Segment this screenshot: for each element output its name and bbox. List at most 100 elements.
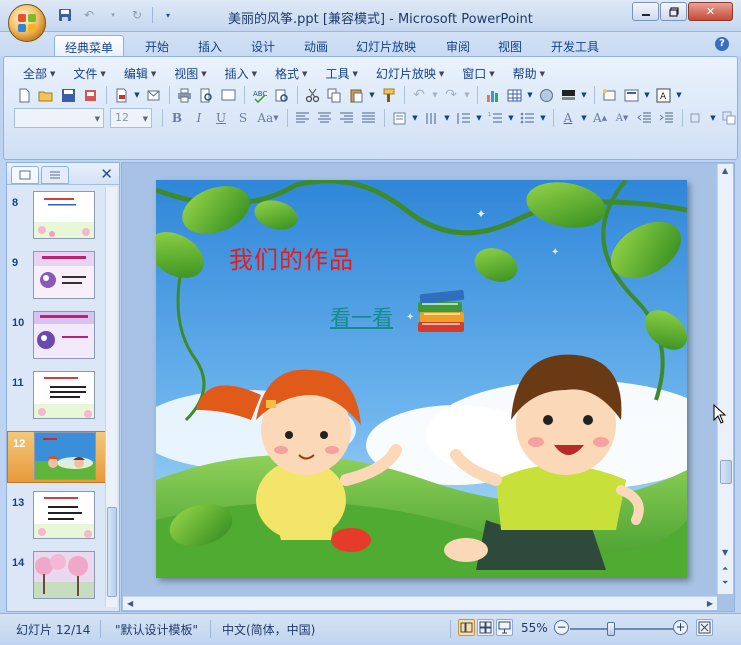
increase-indent-icon[interactable]: [656, 108, 676, 128]
close-icon[interactable]: ✕: [100, 165, 113, 183]
zoom-level[interactable]: 55%: [521, 621, 548, 635]
bold-icon[interactable]: B: [167, 108, 187, 128]
arrange-icon[interactable]: [719, 108, 739, 128]
tab-view[interactable]: 视图: [488, 35, 532, 56]
email-icon[interactable]: [143, 85, 163, 105]
dropdown-small-icon[interactable]: ▼: [580, 108, 588, 128]
spelling-icon[interactable]: ABC: [249, 85, 269, 105]
thumbnail-item[interactable]: 10: [7, 311, 107, 363]
line-spacing-icon[interactable]: [453, 108, 473, 128]
bullets-icon[interactable]: [517, 108, 537, 128]
menu-window[interactable]: 窗口 ▼: [453, 65, 503, 82]
zoom-out-icon[interactable]: −: [554, 620, 569, 635]
justify-icon[interactable]: [358, 108, 378, 128]
scroll-left-icon[interactable]: ◀: [127, 599, 133, 608]
tab-slides[interactable]: [11, 166, 39, 184]
slide-sorter-view-button[interactable]: [477, 619, 494, 636]
minimize-button[interactable]: [632, 2, 659, 21]
scroll-thumb[interactable]: [107, 507, 117, 597]
decrease-indent-icon[interactable]: [634, 108, 654, 128]
paste-icon[interactable]: [346, 85, 366, 105]
scroll-thumb[interactable]: [720, 460, 732, 484]
open-folder-icon[interactable]: [36, 85, 56, 105]
scroll-up-icon[interactable]: ▲: [722, 166, 728, 175]
dropdown-small-icon[interactable]: ▼: [411, 108, 419, 128]
menu-format[interactable]: 格式 ▼: [266, 65, 316, 82]
menu-file[interactable]: 文件 ▼: [64, 65, 114, 82]
align-center-icon[interactable]: [314, 108, 334, 128]
thumbnail-item[interactable]: 14: [7, 551, 107, 603]
change-case-icon[interactable]: Aa ▼: [255, 108, 281, 128]
thumbnail-item[interactable]: 8: [7, 191, 107, 243]
customize-qat-icon[interactable]: ▾: [159, 7, 177, 23]
menu-view[interactable]: 视图 ▼: [165, 65, 215, 82]
menu-slideshow[interactable]: 幻灯片放映 ▼: [367, 65, 453, 82]
dropdown-small-icon[interactable]: ▼: [368, 85, 376, 105]
dropdown-small-icon[interactable]: ▼: [539, 108, 547, 128]
shapes-icon[interactable]: [687, 108, 707, 128]
tab-insert[interactable]: 插入: [188, 35, 232, 56]
dropdown-small-icon[interactable]: ▼: [675, 85, 683, 105]
slide-vertical-scrollbar[interactable]: ▲ ▼ ⏶ ⏷: [717, 164, 733, 594]
menu-tools[interactable]: 工具 ▼: [316, 65, 366, 82]
scroll-right-icon[interactable]: ▶: [707, 599, 713, 608]
tab-slideshow[interactable]: 幻灯片放映: [346, 35, 426, 56]
display-icon[interactable]: [218, 85, 238, 105]
dropdown-small-icon[interactable]: ▼: [643, 85, 651, 105]
slide-title[interactable]: 我们的作品: [229, 240, 354, 275]
text-shadow-icon[interactable]: S: [233, 108, 253, 128]
dropdown-small-icon[interactable]: ▼: [507, 108, 515, 128]
undo-icon[interactable]: ↶: [80, 7, 98, 23]
thumbnail-item[interactable]: 13: [7, 491, 107, 543]
tab-review[interactable]: 审阅: [436, 35, 480, 56]
italic-icon[interactable]: I: [189, 108, 209, 128]
underline-icon[interactable]: U: [211, 108, 231, 128]
table-icon[interactable]: [504, 85, 524, 105]
new-document-icon[interactable]: [14, 85, 34, 105]
tab-developer[interactable]: 开发工具: [541, 35, 609, 56]
cut-icon[interactable]: [302, 85, 322, 105]
dropdown-small-icon[interactable]: ▾: [104, 7, 122, 23]
dropdown-small-icon[interactable]: ▼: [133, 85, 141, 105]
insert-picture-icon[interactable]: [536, 85, 556, 105]
color-grayscale-icon[interactable]: [558, 85, 578, 105]
new-slide-icon[interactable]: [599, 85, 619, 105]
format-painter-icon[interactable]: [378, 85, 398, 105]
font-name-box[interactable]: ▼: [14, 108, 104, 128]
next-slide-icon[interactable]: ⏷: [722, 578, 728, 588]
current-slide[interactable]: ✦ ✦ ✦ 我们的作品 看一看: [156, 180, 687, 578]
dropdown-small-icon[interactable]: ▼: [443, 108, 451, 128]
thumbnail-item-selected[interactable]: 12: [7, 431, 107, 483]
zoom-slider-knob[interactable]: [607, 622, 616, 636]
tab-classic-menu[interactable]: 经典菜单: [54, 35, 125, 56]
zoom-slider[interactable]: [570, 622, 676, 636]
slide-layout-icon[interactable]: [621, 85, 641, 105]
font-color-box-icon[interactable]: A: [653, 85, 673, 105]
align-left-icon[interactable]: [292, 108, 312, 128]
tab-home[interactable]: 开始: [135, 35, 179, 56]
design-template-status[interactable]: "默认设计模板": [115, 621, 198, 638]
restore-button[interactable]: [660, 2, 687, 21]
save-icon[interactable]: [56, 7, 74, 23]
undo-icon[interactable]: ↶: [409, 85, 429, 105]
menu-all[interactable]: 全部 ▼: [14, 65, 64, 82]
dropdown-small-icon[interactable]: ▼: [475, 108, 483, 128]
office-button[interactable]: [8, 4, 46, 42]
align-right-icon[interactable]: [336, 108, 356, 128]
permission-icon[interactable]: [80, 85, 100, 105]
tab-animation[interactable]: 动画: [294, 35, 338, 56]
tab-design[interactable]: 设计: [241, 35, 285, 56]
increase-font-icon[interactable]: A ▲: [590, 108, 610, 128]
font-color-icon[interactable]: A: [558, 108, 578, 128]
menu-insert[interactable]: 插入 ▼: [216, 65, 266, 82]
redo-icon[interactable]: ↷: [441, 85, 461, 105]
text-box-icon[interactable]: [389, 108, 409, 128]
previous-slide-icon[interactable]: ⏶: [722, 564, 728, 574]
print-preview-icon[interactable]: [196, 85, 216, 105]
slideshow-view-button[interactable]: [496, 619, 513, 636]
numbering-icon[interactable]: 1: [485, 108, 505, 128]
save-icon[interactable]: [58, 85, 78, 105]
chart-icon[interactable]: [482, 85, 502, 105]
help-icon[interactable]: ?: [715, 37, 729, 51]
close-button[interactable]: ✕: [688, 2, 733, 21]
